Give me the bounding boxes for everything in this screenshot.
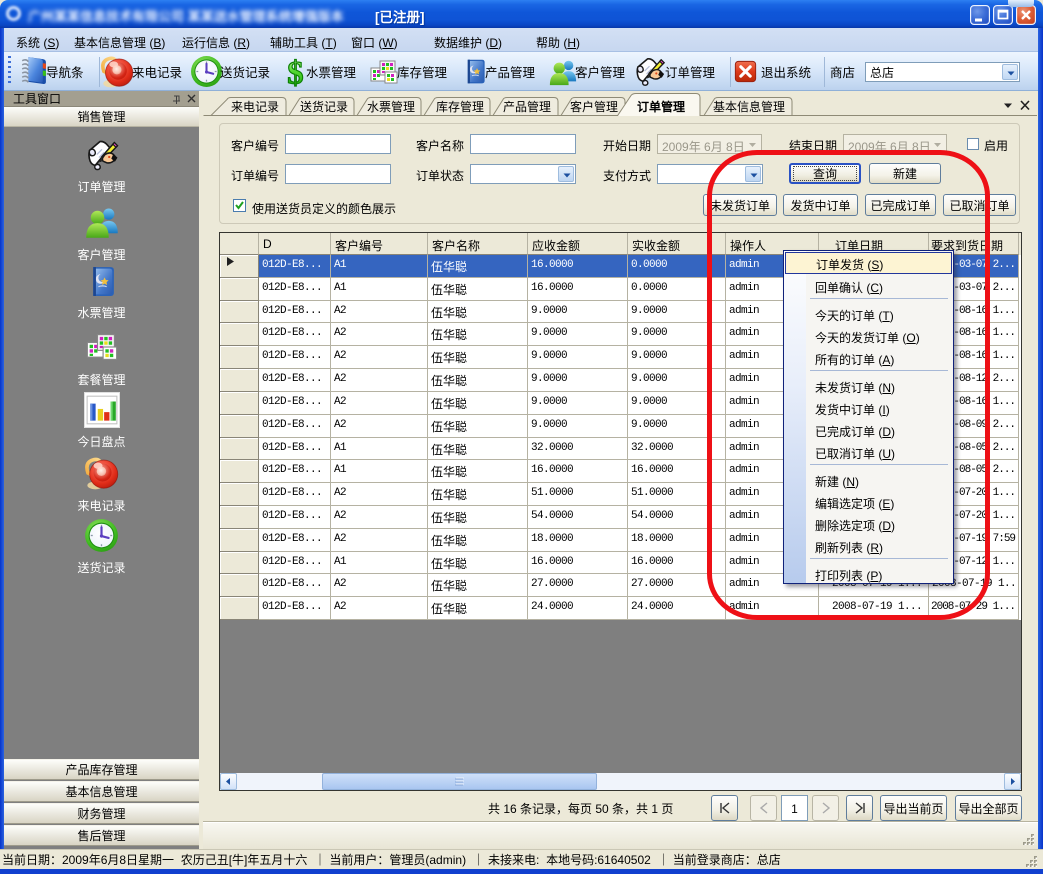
svg-text:基本信息管理: 基本信息管理 bbox=[713, 99, 785, 114]
svg-text:库存管理: 库存管理 bbox=[436, 99, 484, 114]
svg-text:来电记录: 来电记录 bbox=[231, 100, 279, 114]
svg-text:水票管理: 水票管理 bbox=[367, 99, 415, 114]
svg-text:客户管理: 客户管理 bbox=[570, 99, 618, 114]
svg-text:订单管理: 订单管理 bbox=[637, 99, 685, 114]
svg-text:产品管理: 产品管理 bbox=[503, 99, 551, 114]
svg-text:送货记录: 送货记录 bbox=[300, 99, 348, 114]
